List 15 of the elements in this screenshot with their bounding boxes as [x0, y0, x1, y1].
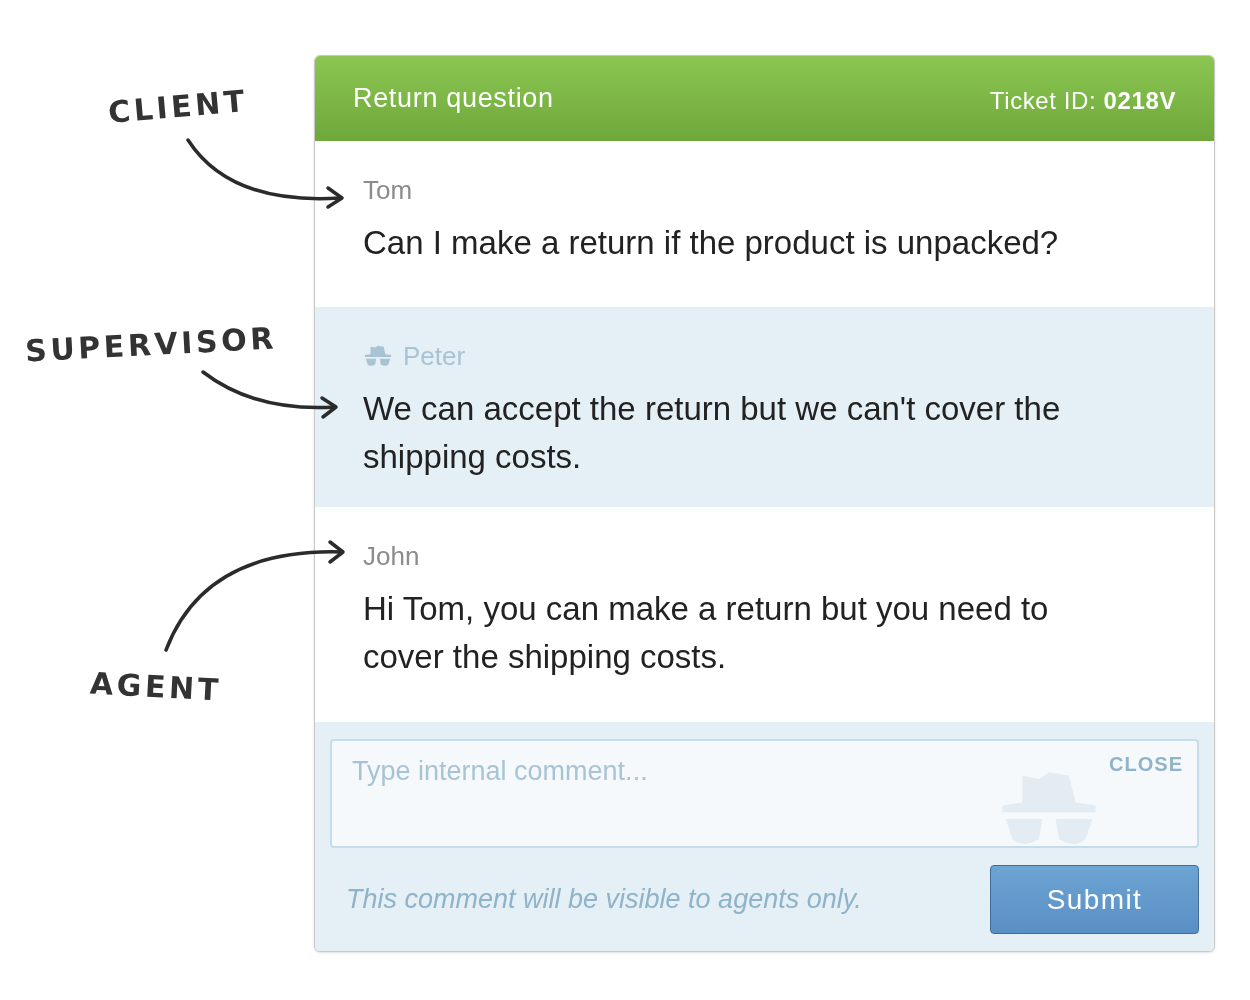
ticket-id: Ticket ID: 0218V: [989, 85, 1176, 116]
author-name: John: [363, 539, 420, 573]
visibility-note: This comment will be visible to agents only.: [345, 883, 862, 917]
annotation-label: CLIENT: [106, 81, 250, 133]
author-name: Tom: [363, 173, 413, 207]
submit-button[interactable]: Submit: [990, 865, 1199, 934]
message-text: Can I make a return if the product is unpacked?: [363, 223, 1060, 263]
message-text: Hi Tom, you can make a return but you need to cover the shipping costs.: [363, 589, 1050, 677]
incognito-icon: [363, 344, 393, 368]
author-name: Peter: [403, 339, 466, 373]
close-button[interactable]: CLOSE: [1109, 749, 1183, 779]
ticket-title: Return question: [353, 82, 554, 116]
annotation-label: AGENT: [88, 664, 223, 710]
annotation-label: SUPERVISOR: [24, 319, 279, 371]
message-text: We can accept the return but we can't cover the shipping costs.: [363, 389, 1062, 477]
